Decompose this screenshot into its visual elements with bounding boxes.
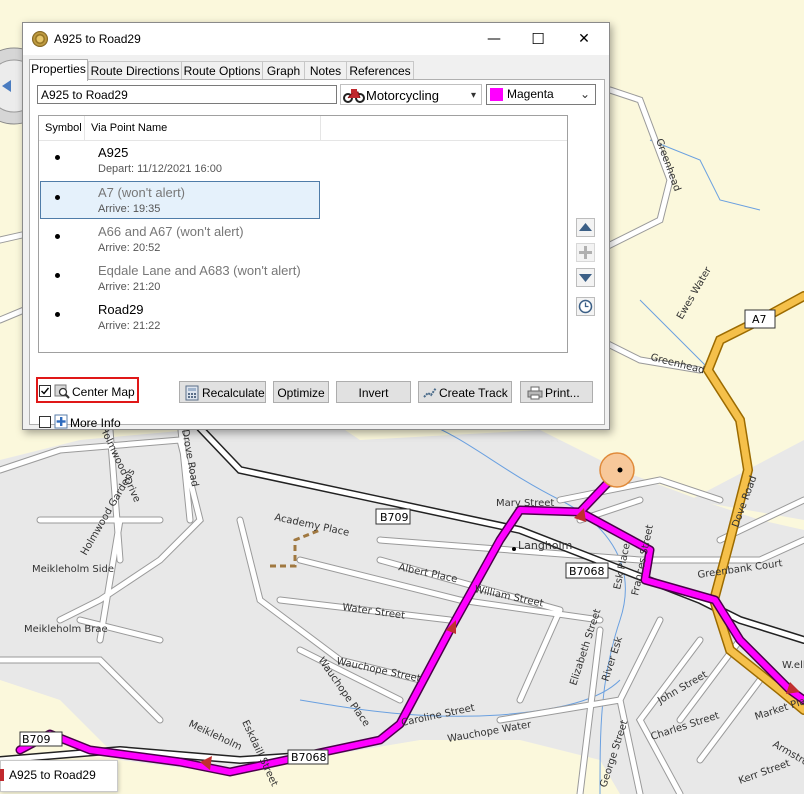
tab-notes[interactable]: Notes — [304, 61, 347, 80]
via-point-time: Arrive: 21:20 — [98, 281, 161, 293]
symbol-icon — [55, 195, 60, 200]
tab-properties[interactable]: Properties — [29, 59, 88, 81]
via-point-time: Arrive: 20:52 — [98, 242, 161, 254]
list-item[interactable]: Eqdale Lane and A683 (won't alert) Arriv… — [41, 260, 321, 297]
recalculate-button[interactable]: Recalculate — [179, 381, 266, 403]
arrow-down-icon — [579, 274, 592, 282]
column-header-via-point-name[interactable]: Via Point Name — [85, 116, 321, 140]
properties-panel: A925 to Road29 Motorcycling ▾ Magenta ⌄ … — [29, 79, 605, 430]
color-select[interactable]: Magenta ⌄ — [486, 84, 596, 105]
via-point-list[interactable]: Symbol Via Point Name A925 Depart: 11/12… — [38, 115, 568, 353]
print-button[interactable]: Print... — [520, 381, 593, 403]
center-map-checkbox[interactable] — [39, 385, 51, 397]
route-tooltip-marker — [0, 769, 4, 781]
vehicle-label: Motorcycling — [366, 88, 439, 103]
list-item[interactable]: Road29 Arrive: 21:22 — [41, 299, 321, 336]
column-header-symbol[interactable]: Symbol — [39, 116, 85, 140]
list-header: Symbol Via Point Name — [39, 116, 567, 141]
list-item[interactable]: A66 and A67 (won't alert) Arrive: 20:52 — [41, 221, 321, 258]
symbol-icon — [55, 234, 60, 239]
via-point-name: A7 (won't alert) — [98, 185, 186, 200]
map-label: B709 — [380, 511, 409, 524]
title-bar[interactable]: A925 to Road29 — ☐ ✕ — [23, 23, 609, 55]
move-up-button[interactable] — [576, 218, 595, 237]
magnifier-map-icon — [54, 384, 70, 399]
optimize-button[interactable]: Optimize — [273, 381, 329, 403]
add-via-point-button[interactable] — [576, 243, 595, 262]
window-title: A925 to Road29 — [54, 32, 141, 46]
via-point-time: Arrive: 21:22 — [98, 320, 161, 332]
via-point-name: A925 — [98, 145, 129, 160]
map-label: A7 — [752, 313, 767, 326]
recalculate-label: Recalculate — [202, 386, 265, 400]
plus-icon — [579, 246, 592, 259]
tab-route-options[interactable]: Route Options — [181, 61, 263, 80]
via-point-time: Depart: 11/12/2021 16:00 — [98, 163, 222, 175]
clock-icon — [578, 299, 593, 314]
route-start-marker — [599, 452, 635, 488]
map-label: B7068 — [569, 565, 605, 578]
motorcycle-icon — [343, 89, 365, 103]
create-track-button[interactable]: Create Track — [418, 381, 512, 403]
map-label: Mary Street — [496, 498, 554, 509]
route-name-input[interactable]: A925 to Road29 — [37, 85, 337, 104]
vehicle-select[interactable]: Motorcycling ▾ — [340, 84, 482, 105]
symbol-icon — [55, 155, 60, 160]
via-point-name: Road29 — [98, 302, 144, 317]
center-map-label[interactable]: Center Map — [72, 385, 135, 399]
timing-button[interactable] — [576, 297, 595, 316]
move-down-button[interactable] — [576, 268, 595, 287]
symbol-icon — [55, 312, 60, 317]
via-point-name: Eqdale Lane and A683 (won't alert) — [98, 263, 301, 278]
color-label: Magenta — [507, 87, 554, 101]
printer-icon — [527, 386, 543, 400]
via-point-time: Arrive: 19:35 — [98, 203, 161, 215]
create-track-label: Create Track — [439, 386, 508, 400]
app-icon — [32, 31, 48, 47]
tab-references[interactable]: References — [346, 61, 414, 80]
chevron-down-icon: ▾ — [470, 90, 476, 101]
map-label: B709 — [22, 733, 51, 746]
invert-button[interactable]: Invert — [336, 381, 411, 403]
more-info-checkbox[interactable] — [39, 416, 51, 428]
map-label: Meikleholm Brae — [24, 624, 108, 635]
route-tooltip: A925 to Road29 — [0, 760, 118, 792]
tab-route-directions[interactable]: Route Directions — [88, 61, 182, 80]
maximize-button[interactable]: ☐ — [515, 23, 561, 55]
print-label: Print... — [545, 386, 580, 400]
more-info-label[interactable]: More Info — [70, 416, 121, 430]
calculator-icon — [185, 385, 199, 401]
list-item[interactable]: A925 Depart: 11/12/2021 16:00 — [41, 142, 321, 179]
close-button[interactable]: ✕ — [561, 23, 607, 55]
route-tooltip-label: A925 to Road29 — [9, 768, 96, 782]
route-properties-dialog: A925 to Road29 — ☐ ✕ Properties Route Di… — [22, 22, 610, 430]
info-plus-icon — [54, 414, 68, 429]
symbol-icon — [55, 273, 60, 278]
track-icon — [423, 387, 437, 398]
chevron-down-icon: ⌄ — [579, 87, 590, 101]
map-label: W.ell — [782, 660, 804, 671]
map-label: Langholm — [518, 539, 572, 552]
arrow-up-icon — [579, 223, 592, 231]
tab-graph[interactable]: Graph — [262, 61, 305, 80]
checkmark-icon — [41, 387, 50, 395]
via-point-name: A66 and A67 (won't alert) — [98, 224, 244, 239]
list-item-selected[interactable]: A7 (won't alert) Arrive: 19:35 — [40, 181, 320, 219]
minimize-button[interactable]: — — [471, 23, 517, 55]
map-label: Meikleholm Side — [32, 564, 114, 575]
color-swatch — [490, 88, 503, 101]
map-label: B7068 — [291, 751, 327, 764]
